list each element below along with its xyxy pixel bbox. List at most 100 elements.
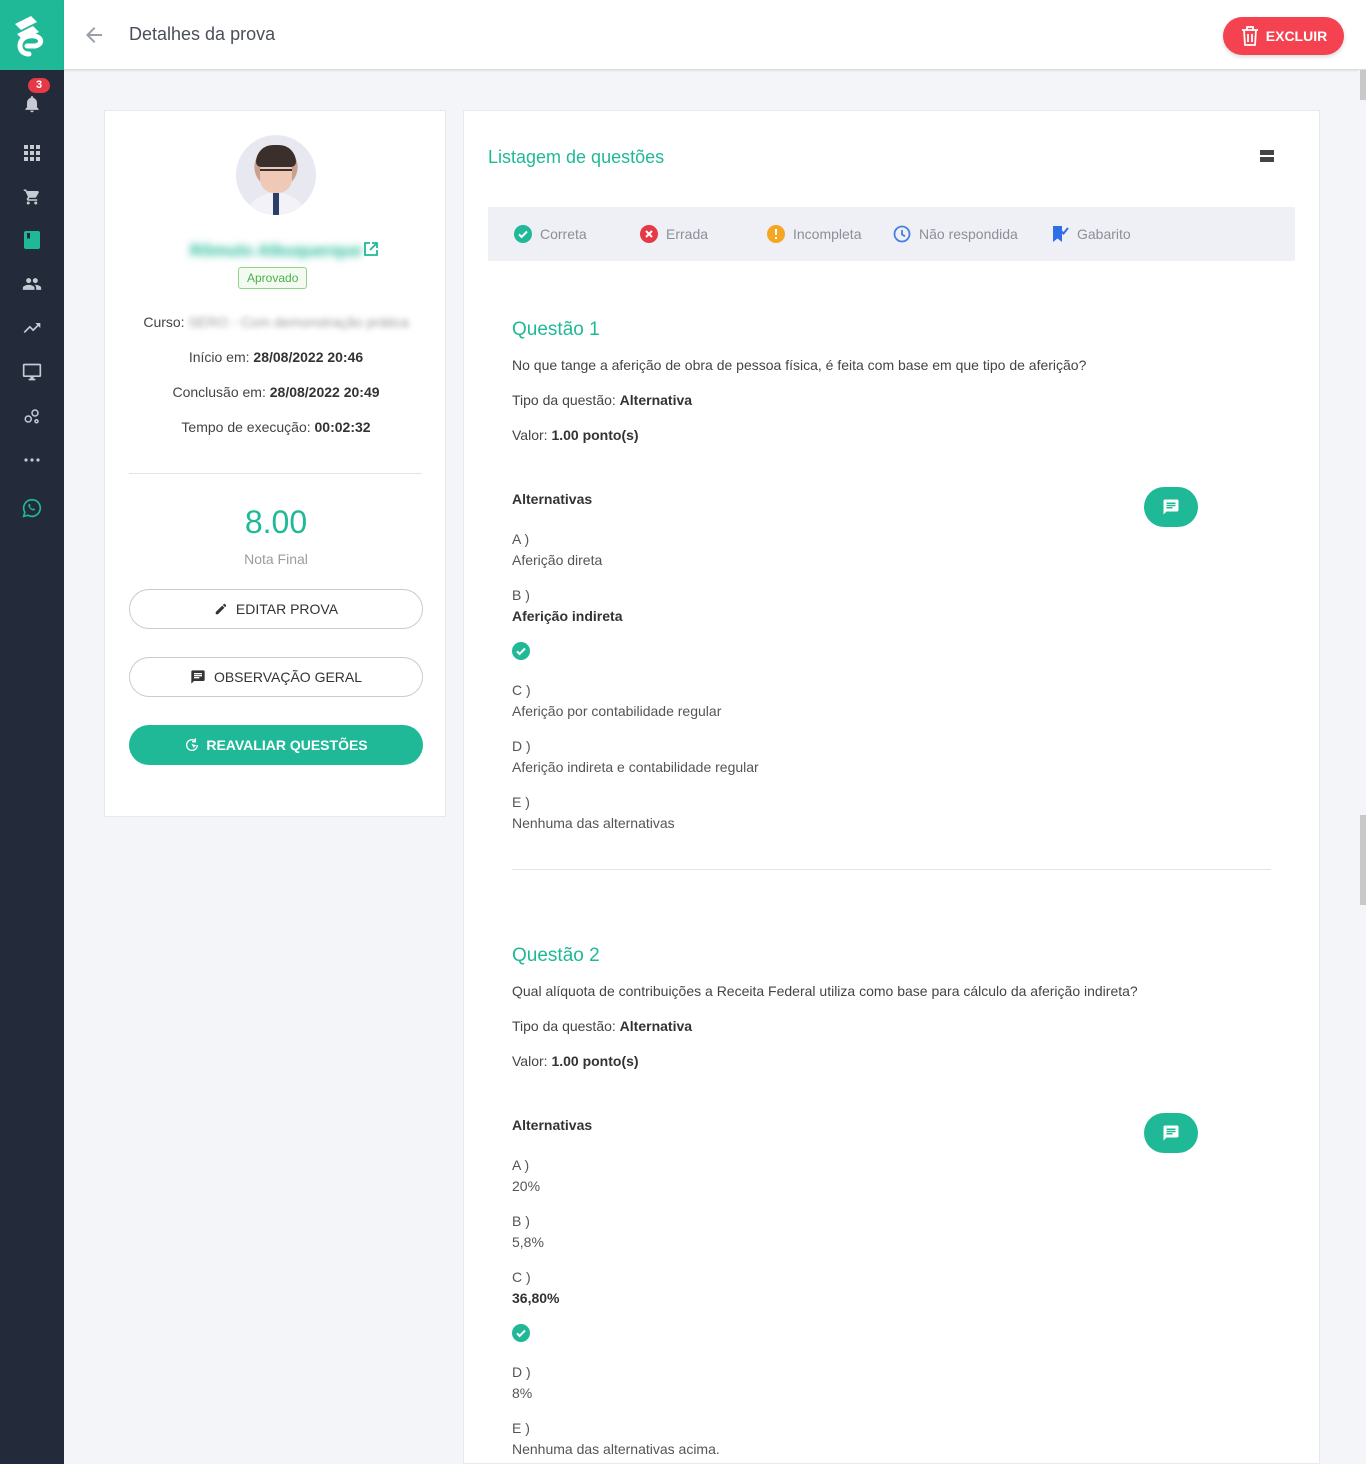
legend-wrong-label: Errada [666,226,709,242]
sidebar-item-reports[interactable] [0,310,64,346]
question-title: Questão 1 [512,319,600,340]
sidebar-item-more[interactable] [0,442,64,478]
alternative-letter: E ) [512,1420,530,1436]
alternative-letter: A ) [512,531,530,547]
question-value: Valor: 1.00 ponto(s) [512,1053,639,1069]
question-comment-button[interactable] [1144,487,1198,527]
book-icon [24,231,40,249]
question-type: Tipo da questão: Alternativa [512,1018,692,1034]
course-value: SERO - Com demonstração prática [188,314,409,330]
question-comment-button[interactable] [1144,1113,1198,1153]
legend-correct: Correta [514,207,587,261]
refresh-cursor-icon [186,738,199,751]
arrow-left-icon [86,27,102,43]
alternative-text: 20% [512,1178,541,1194]
final-grade-label: Nota Final [244,551,308,567]
question-type-value: Alternativa [619,392,693,408]
reevaluate-button[interactable]: REAVALIAR QUESTÕES [129,725,423,765]
student-card: Rômulo Albuquerque Aprovado Curso: SERO … [104,110,446,817]
course-label: Curso: [143,314,185,330]
questions-list-title: Listagem de questões [488,147,665,167]
scrollbar-thumb[interactable] [1360,70,1366,100]
bell-icon [25,96,39,113]
duration-value: 00:02:32 [314,419,371,435]
alternative-letter: B ) [512,587,530,603]
final-grade: 8.00 [244,504,308,540]
question-value-label: Valor: [512,427,548,443]
sidebar-item-whatsapp[interactable] [0,490,64,526]
external-link-icon[interactable] [364,242,378,261]
question-type-value: Alternativa [619,1018,693,1034]
notification-badge: 3 [28,78,51,93]
pencil-icon [215,603,227,615]
chat-icon [1163,1125,1179,1141]
student-name[interactable]: Rômulo Albuquerque [105,241,447,261]
legend-correct-label: Correta [540,226,587,242]
more-icon [24,458,40,462]
bubbles-icon [24,409,39,424]
alternative-text: 5,8% [512,1234,544,1250]
alternative-text-selected: 36,80% [512,1290,560,1306]
alternative-letter: D ) [512,1364,531,1380]
sidebar-item-community[interactable] [0,398,64,434]
legend-unanswered-label: Não respondida [919,226,1018,242]
edit-exam-label: EDITAR PROVA [235,601,339,617]
start-value: 28/08/2022 20:46 [253,349,364,365]
alternative-text: 8% [512,1385,533,1401]
correct-check-icon [512,1324,530,1342]
sidebar-item-users[interactable] [0,266,64,302]
alternative-letter: C ) [512,682,531,698]
status-badge: Aprovado [238,267,308,289]
general-observation-label: OBSERVAÇÃO GERAL [213,669,363,685]
delete-button-label: EXCLUIR [1265,28,1328,44]
alternative-letter: D ) [512,738,531,754]
alternative-text: Nenhuma das alternativas acima. [512,1441,720,1457]
whatsapp-icon [22,498,42,518]
questions-card: Listagem de questões Correta Errada Inco… [463,110,1320,1464]
avatar [236,135,316,215]
sidebar-item-store[interactable] [0,179,64,215]
alternatives-heading: Alternativas [512,491,593,507]
general-observation-button[interactable]: OBSERVAÇÃO GERAL [129,657,423,697]
edit-exam-button[interactable]: EDITAR PROVA [129,589,423,629]
alternative-letter: C ) [512,1269,531,1285]
cart-icon [23,189,39,205]
logo-icon [15,16,44,57]
monitor-icon [22,363,42,381]
delete-button[interactable]: EXCLUIR [1223,17,1344,55]
question-value-value: 1.00 ponto(s) [551,427,639,443]
question-value-label: Valor: [512,1053,548,1069]
alternative-letter: E ) [512,794,530,810]
sidebar-item-notifications[interactable]: 3 [0,78,64,122]
sidebar-item-live[interactable] [0,354,64,390]
legend-answer-key-label: Gabarito [1077,226,1131,242]
question-divider [512,869,1271,870]
page-scrollbar[interactable] [1358,70,1366,1464]
alternatives-heading: Alternativas [512,1117,593,1133]
duration-info: Tempo de execução: 00:02:32 [105,419,447,435]
alternative-text: Nenhuma das alternativas [512,815,675,831]
status-legend: Correta Errada Incompleta Não respondida… [488,207,1295,261]
reevaluate-label: REAVALIAR QUESTÕES [206,737,368,753]
apps-icon [24,145,40,161]
legend-incomplete-label: Incompleta [793,226,862,242]
question-type-label: Tipo da questão: [512,1018,616,1034]
question-type: Tipo da questão: Alternativa [512,392,692,408]
divider [129,473,422,474]
question-card: Questão 2 Qual alíquota de contribuições… [512,945,1272,1457]
end-value: 28/08/2022 20:49 [269,384,380,400]
question-value: Valor: 1.00 ponto(s) [512,427,639,443]
back-button[interactable] [82,23,106,47]
sidebar-item-apps[interactable] [0,135,64,171]
page-title: Detalhes da prova [129,24,276,44]
users-icon [22,278,42,290]
app-logo[interactable] [0,0,64,70]
scrollbar-thumb-secondary[interactable] [1360,815,1366,905]
question-title: Questão 2 [512,945,600,966]
view-toggle-icon[interactable] [1260,149,1280,169]
clock-icon [893,225,911,243]
trash-icon [1241,26,1258,46]
sidebar-item-courses[interactable] [0,222,64,258]
alternative-text: Aferição indireta e contabilidade regula… [512,759,759,775]
sidebar: 3 [0,0,64,1464]
